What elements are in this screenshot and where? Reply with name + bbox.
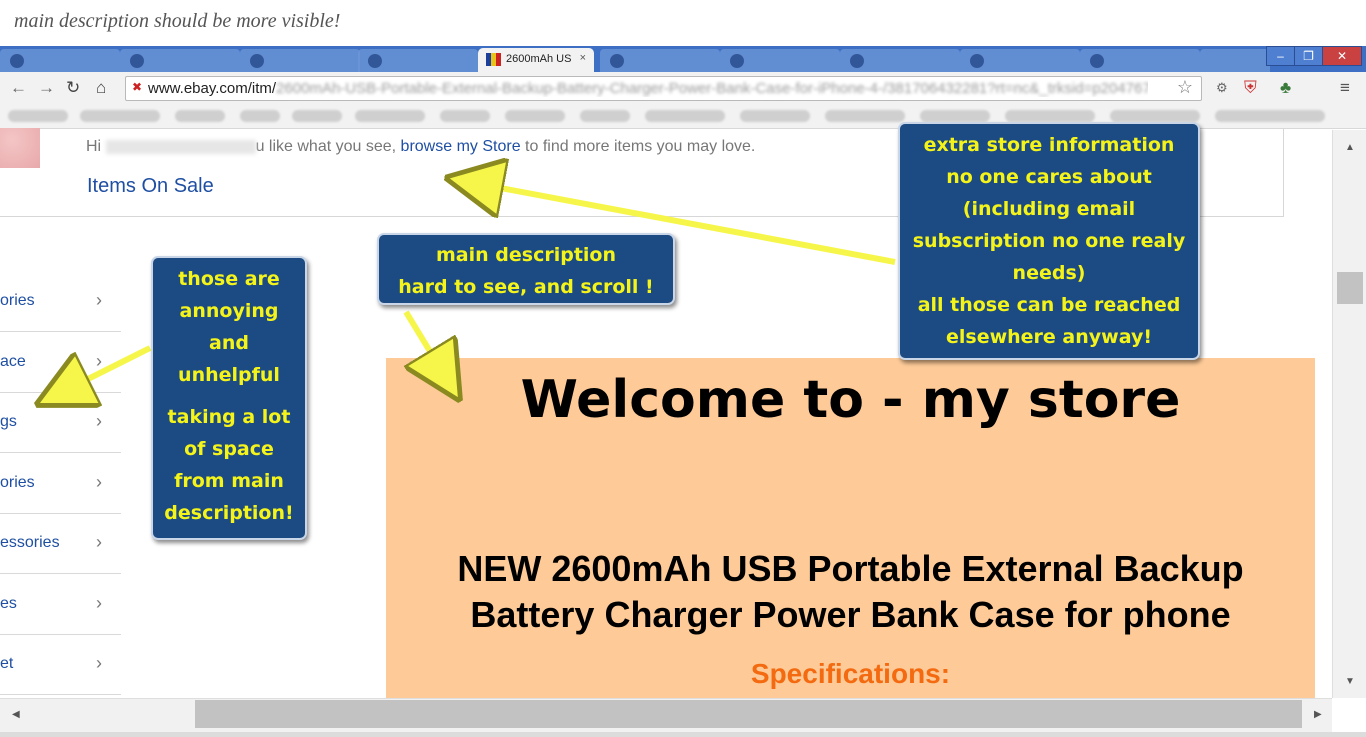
- annotation-line: those are: [178, 268, 280, 290]
- annotation-right: extra store information no one cares abo…: [898, 122, 1200, 360]
- annotation-line: all those can be reached: [917, 294, 1181, 316]
- annotation-line: of space: [184, 438, 274, 460]
- annotation-line: hard to see, and scroll !: [398, 276, 654, 298]
- annotation-line: main description: [436, 244, 616, 266]
- annotation-line: unhelpful: [178, 364, 280, 386]
- annotation-line: no one cares about: [946, 166, 1152, 188]
- annotation-line: from main: [174, 470, 284, 492]
- arrow-to-categories: [62, 345, 152, 392]
- annotation-line: extra store information: [923, 134, 1175, 156]
- annotation-line: description!: [164, 502, 294, 524]
- annotation-left: those are annoying and unhelpful taking …: [151, 256, 307, 540]
- annotation-line: and: [209, 332, 249, 354]
- annotation-line: (including email: [962, 198, 1136, 220]
- annotation-middle: main description hard to see, and scroll…: [377, 233, 675, 305]
- annotation-line: annoying: [179, 300, 279, 322]
- arrow-to-description: [403, 310, 445, 376]
- annotation-line: needs): [1012, 262, 1086, 284]
- annotation-line: elsewhere anyway!: [945, 326, 1152, 348]
- annotation-line: subscription no one realy: [912, 230, 1186, 252]
- annotation-line: taking a lot: [167, 406, 291, 428]
